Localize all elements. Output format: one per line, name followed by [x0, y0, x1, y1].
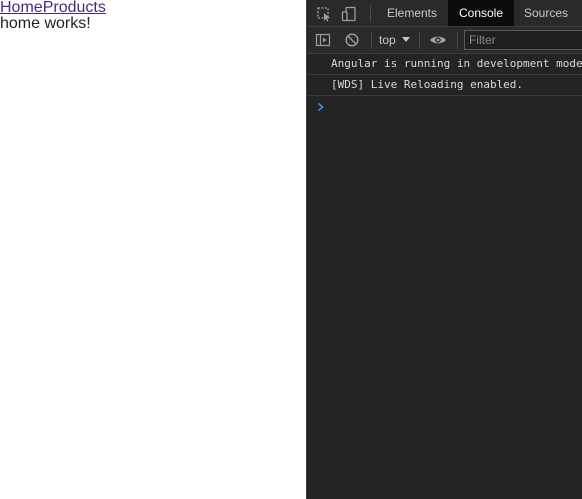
- console-output: Angular is running in development mode. …: [307, 54, 582, 499]
- toolbar-divider: [457, 32, 458, 49]
- console-message: [WDS] Live Reloading enabled.: [307, 75, 582, 96]
- console-filter-input[interactable]: [464, 30, 582, 50]
- context-select[interactable]: top: [379, 31, 410, 49]
- home-component-text: home works!: [0, 15, 91, 32]
- live-expression-icon[interactable]: [429, 31, 447, 49]
- devtools-tabbar: Elements Console Sources: [307, 0, 582, 27]
- nav-link-products[interactable]: Products: [43, 0, 106, 16]
- toolbar-divider: [419, 32, 420, 49]
- chevron-down-icon: [401, 37, 410, 42]
- tab-sources[interactable]: Sources: [515, 0, 577, 26]
- toolbar-divider: [371, 32, 372, 49]
- clear-console-icon[interactable]: [343, 31, 361, 49]
- nav-links: HomeProducts: [0, 0, 106, 16]
- tab-console[interactable]: Console: [448, 0, 514, 26]
- console-prompt-icon[interactable]: [316, 99, 326, 112]
- console-toolbar: top: [307, 27, 582, 54]
- app-page: HomeProducts home works!: [0, 0, 306, 499]
- context-select-value: top: [379, 33, 396, 47]
- console-message: Angular is running in development mode. …: [307, 54, 582, 75]
- device-toolbar-icon[interactable]: [340, 5, 358, 23]
- tabbar-divider: [370, 5, 371, 22]
- nav-link-home[interactable]: Home: [0, 0, 43, 16]
- devtools-panel: Elements Console Sources top Filter Angu…: [306, 0, 582, 499]
- show-sidebar-icon[interactable]: [314, 31, 332, 49]
- inspect-element-icon[interactable]: [315, 5, 333, 23]
- tab-elements[interactable]: Elements: [377, 0, 447, 26]
